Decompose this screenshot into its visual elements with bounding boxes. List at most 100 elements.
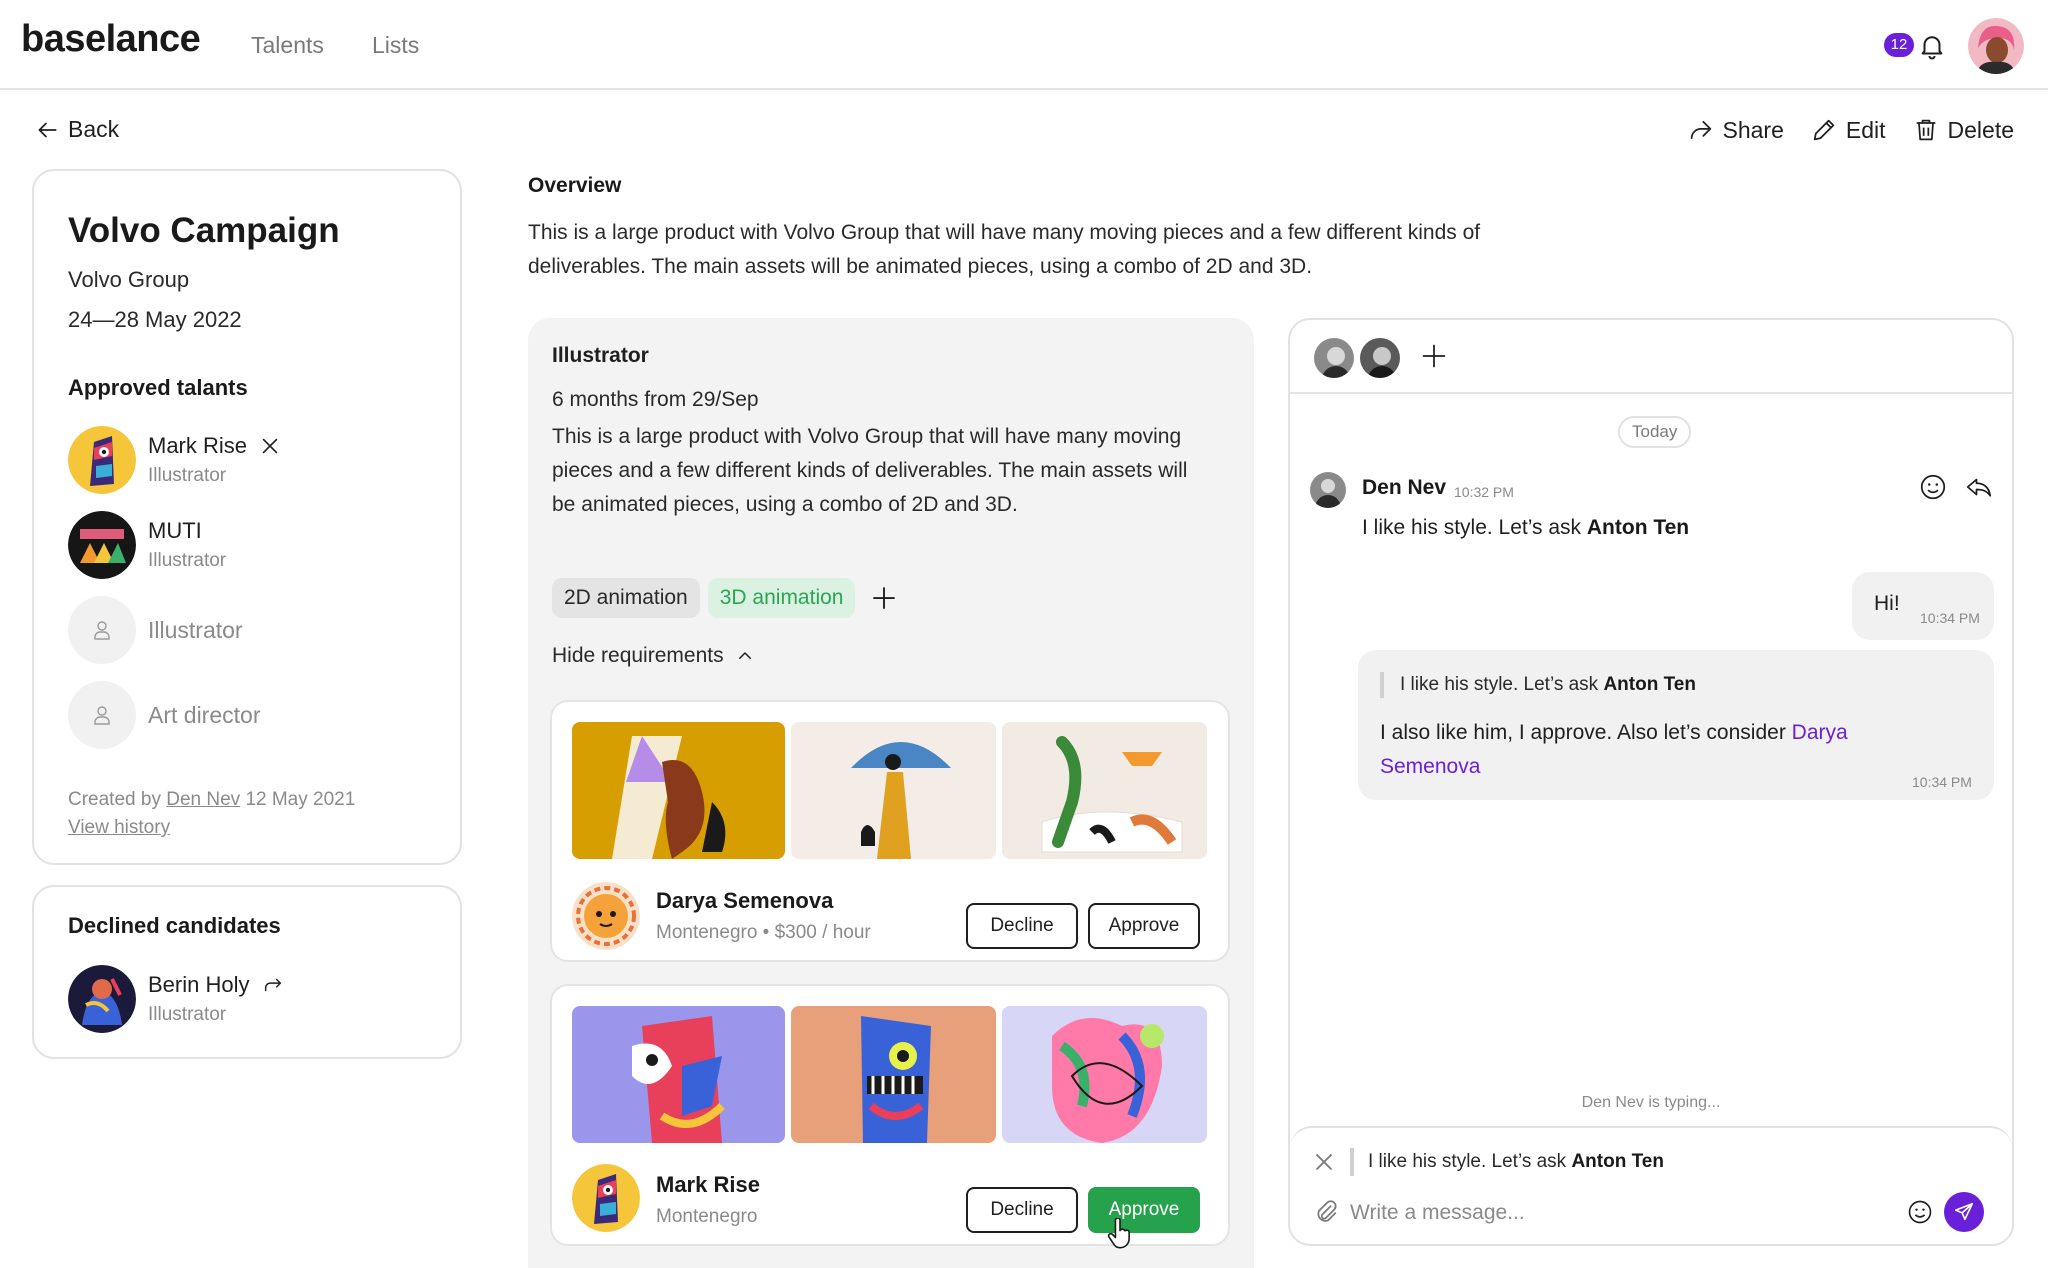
decline-button[interactable]: Decline bbox=[966, 903, 1078, 949]
approved-heading: Approved talants bbox=[68, 375, 248, 400]
overview-text: This is a large product with Volvo Group… bbox=[528, 221, 1481, 278]
close-icon[interactable] bbox=[259, 435, 281, 457]
role-title: Illustrator bbox=[552, 344, 649, 367]
declined-card: Declined candidates Berin Holy Illustrat… bbox=[32, 885, 462, 1059]
mention[interactable]: Anton Ten bbox=[1587, 516, 1689, 539]
plus-icon[interactable] bbox=[869, 583, 899, 613]
approved-talent[interactable]: MUTI Illustrator bbox=[68, 511, 226, 579]
avatar bbox=[68, 511, 136, 579]
declined-heading: Declined candidates bbox=[68, 913, 281, 938]
chevron-up-icon bbox=[738, 652, 751, 659]
smile-icon[interactable] bbox=[1918, 472, 1948, 502]
declined-candidate[interactable]: Berin Holy Illustrator bbox=[68, 965, 285, 1033]
tag[interactable]: 2D animation bbox=[552, 578, 700, 618]
open-slot[interactable]: Illustrator bbox=[68, 596, 243, 664]
emoji-icon[interactable] bbox=[1906, 1198, 1934, 1226]
message-time: 10:32 PM bbox=[1454, 484, 1514, 500]
trash-icon bbox=[1916, 119, 1935, 141]
mention: Anton Ten bbox=[1571, 1151, 1664, 1172]
candidate-name: Mark Rise bbox=[656, 1172, 760, 1197]
portfolio-thumbnails bbox=[572, 1006, 1207, 1143]
campaign-title: Volvo Campaign bbox=[68, 211, 340, 250]
tag[interactable]: 3D animation bbox=[707, 578, 856, 618]
candidate-meta: Montenegro • $300 / hour bbox=[656, 922, 871, 943]
participant-avatar[interactable] bbox=[1312, 336, 1356, 380]
portfolio-thumbnails bbox=[572, 722, 1207, 859]
message-time: 10:34 PM bbox=[1920, 610, 1980, 626]
bell-icon[interactable] bbox=[1917, 30, 1947, 62]
role-description: This is a large product with Volvo Group… bbox=[552, 425, 1188, 516]
share-label: Share bbox=[1722, 116, 1784, 143]
message-composer: I like his style. Let’s ask Anton Ten bbox=[1290, 1126, 2012, 1244]
back-button[interactable]: Back bbox=[34, 116, 119, 143]
empty-avatar bbox=[68, 681, 136, 749]
user-avatar[interactable] bbox=[1968, 18, 2024, 74]
user-icon bbox=[94, 706, 110, 725]
message-time: 10:34 PM bbox=[1912, 774, 1972, 790]
decline-button[interactable]: Decline bbox=[966, 1187, 1078, 1233]
campaign-actions: Share Edit Delete bbox=[1687, 116, 2014, 144]
nav-lists[interactable]: Lists bbox=[372, 32, 419, 59]
portfolio-image[interactable] bbox=[791, 1006, 996, 1143]
overview-title: Overview bbox=[528, 174, 622, 197]
message-text-prefix: I also like him, I approve. Also let’s c… bbox=[1380, 721, 1792, 744]
campaign-card: Volvo Campaign Volvo Group 24—28 May 202… bbox=[32, 169, 462, 865]
paperclip-icon[interactable] bbox=[1312, 1198, 1340, 1226]
portfolio-image[interactable] bbox=[1002, 722, 1207, 859]
add-participant-icon[interactable] bbox=[1420, 342, 1448, 370]
candidate-name: Darya Semenova bbox=[656, 888, 834, 913]
approved-talent[interactable]: Mark Rise Illustrator bbox=[68, 426, 281, 494]
participant-avatar[interactable] bbox=[1358, 336, 1402, 380]
candidate-card: Darya Semenova Montenegro • $300 / hour … bbox=[550, 700, 1230, 962]
campaign-client: Volvo Group bbox=[68, 267, 190, 292]
talent-name: MUTI bbox=[148, 518, 202, 543]
reply-preview: I like his style. Let’s ask Anton Ten bbox=[1350, 1148, 1664, 1176]
portfolio-image[interactable] bbox=[1002, 1006, 1207, 1143]
delete-label: Delete bbox=[1947, 116, 2014, 143]
portfolio-image[interactable] bbox=[572, 722, 785, 859]
share-button[interactable]: Share bbox=[1687, 116, 1784, 144]
send-icon bbox=[1954, 1202, 1974, 1221]
close-icon[interactable] bbox=[1312, 1150, 1336, 1174]
open-slot-role: Art director bbox=[148, 701, 261, 728]
message-bubble: I like his style. Let’s ask Anton Ten I … bbox=[1358, 650, 1994, 800]
edit-button[interactable]: Edit bbox=[1810, 116, 1886, 144]
avatar bbox=[572, 1164, 640, 1232]
open-slot[interactable]: Art director bbox=[68, 681, 260, 749]
edit-label: Edit bbox=[1845, 116, 1886, 143]
send-button[interactable] bbox=[1944, 1192, 1984, 1232]
delete-button[interactable]: Delete bbox=[1912, 116, 2014, 144]
open-slot-role: Illustrator bbox=[148, 616, 243, 643]
message-text: I like his style. Let’s ask Anton Ten bbox=[1362, 516, 1689, 540]
quoted-message: I like his style. Let’s ask Anton Ten bbox=[1380, 672, 1696, 698]
talent-role: Illustrator bbox=[148, 550, 227, 571]
hide-requirements-toggle[interactable]: Hide requirements bbox=[552, 644, 754, 668]
notification-badge[interactable]: 12 bbox=[1884, 33, 1914, 57]
nav-talents[interactable]: Talents bbox=[251, 32, 324, 59]
view-history-link[interactable]: View history bbox=[68, 817, 170, 838]
message-avatar bbox=[1310, 472, 1346, 508]
restore-icon[interactable] bbox=[261, 974, 285, 996]
hide-requirements-label: Hide requirements bbox=[552, 644, 724, 667]
chat-header bbox=[1290, 320, 2012, 394]
talent-name: Mark Rise bbox=[148, 433, 248, 458]
created-prefix: Created by bbox=[68, 789, 161, 810]
portfolio-image[interactable] bbox=[791, 722, 996, 859]
role-period: 6 months from 29/Sep bbox=[552, 388, 759, 411]
created-date: 12 May 2021 bbox=[245, 789, 356, 810]
approve-button[interactable]: Approve bbox=[1088, 903, 1200, 949]
reply-icon[interactable] bbox=[1964, 472, 1994, 502]
top-bar: baselance Talents Lists 12 bbox=[0, 0, 2048, 90]
creator-link[interactable]: Den Nev bbox=[166, 789, 240, 810]
user-icon bbox=[94, 621, 110, 640]
message-text: Hi! bbox=[1874, 592, 1900, 615]
message-bubble: Hi! 10:34 PM bbox=[1852, 572, 1994, 640]
date-divider: Today bbox=[1618, 416, 1692, 448]
message-input[interactable] bbox=[1350, 1196, 1870, 1230]
hand-cursor-icon bbox=[1107, 1218, 1130, 1249]
logo[interactable]: baselance bbox=[21, 18, 201, 61]
share-icon bbox=[1690, 120, 1711, 140]
quote-prefix: I like his style. Let’s ask bbox=[1400, 674, 1604, 695]
approve-button[interactable]: Approve bbox=[1088, 1187, 1200, 1233]
portfolio-image[interactable] bbox=[572, 1006, 785, 1143]
